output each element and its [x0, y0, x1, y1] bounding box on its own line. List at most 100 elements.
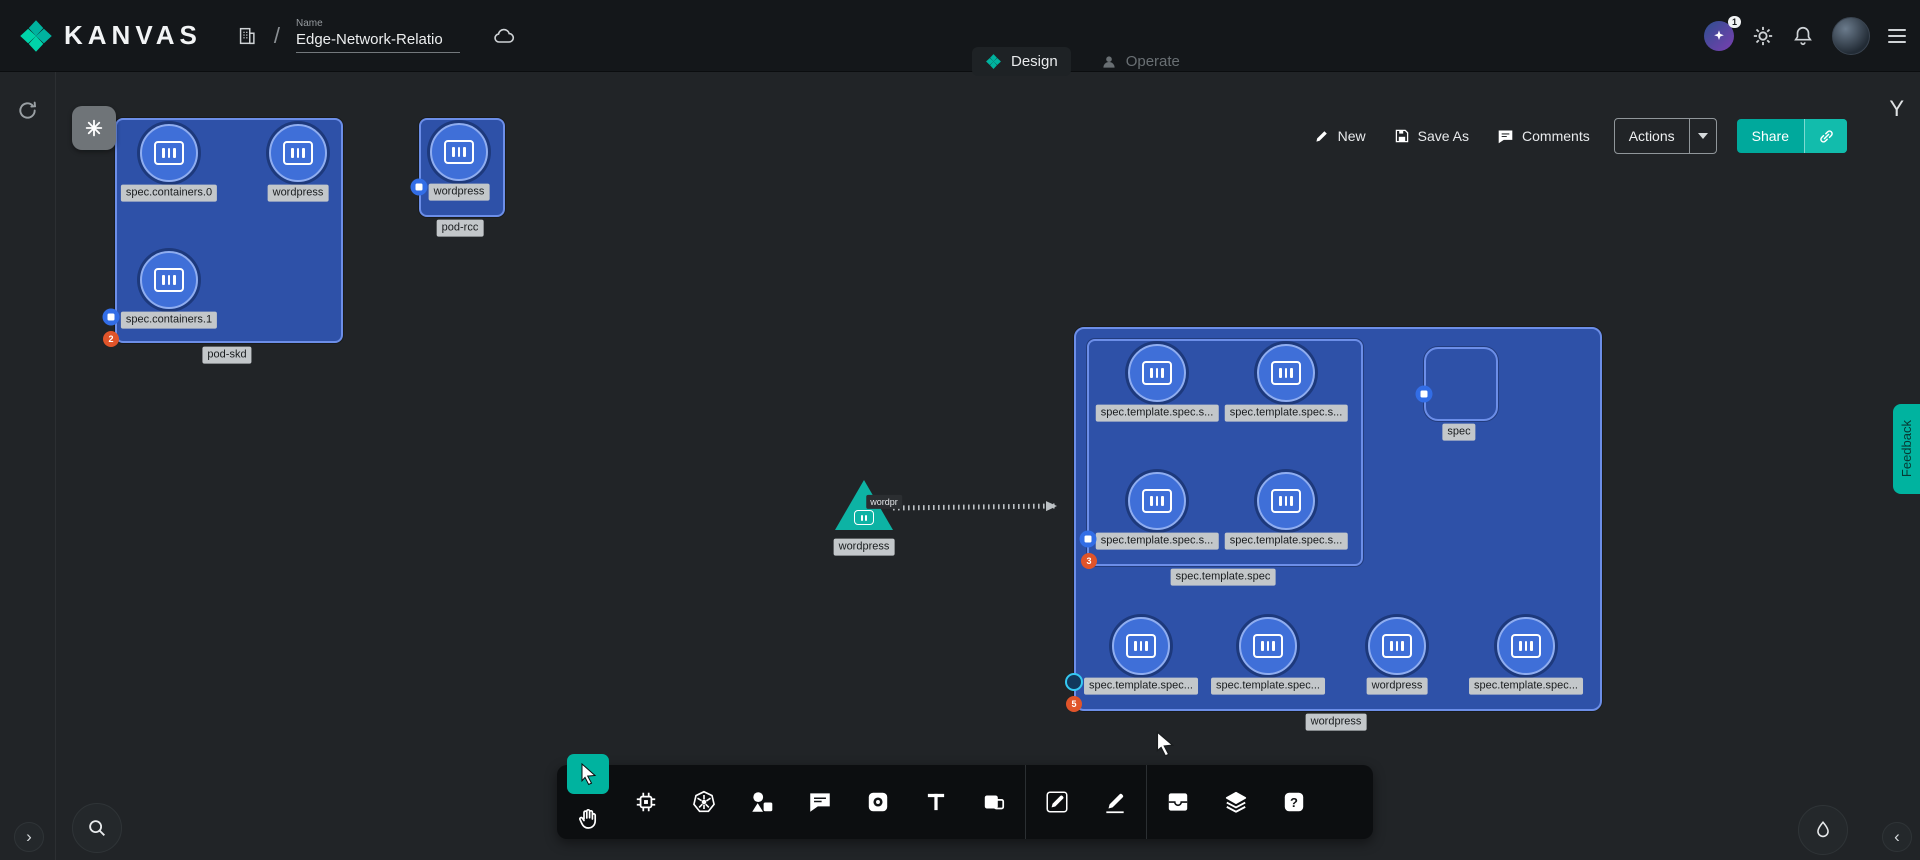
shapes-tool[interactable]	[733, 765, 791, 839]
edge-service-to-deployment[interactable]	[893, 506, 1056, 508]
node-label: spec.template.spec...	[1211, 678, 1325, 695]
node-container[interactable]	[1128, 472, 1186, 530]
tab-operate[interactable]: Operate	[1097, 47, 1184, 76]
ink-drop-button[interactable]	[1798, 805, 1848, 855]
chevron-down-icon	[1698, 133, 1708, 139]
rectangle-tool[interactable]	[965, 765, 1023, 839]
help-tool[interactable]: ?	[1265, 765, 1323, 839]
design-action-bar: New Save As Comments Actions Share	[1314, 118, 1847, 154]
magnifier-icon	[86, 817, 108, 839]
node-label: spec.template.spec.s...	[1096, 405, 1219, 422]
operate-tab-label: Operate	[1126, 53, 1180, 70]
node-label: spec.template.spec...	[1084, 678, 1198, 695]
k8s-badge	[1065, 673, 1083, 691]
cursor-icon	[576, 762, 600, 786]
node-container[interactable]	[430, 123, 488, 181]
container-icon	[1511, 634, 1541, 658]
node-container[interactable]	[1257, 344, 1315, 402]
drawer-tool[interactable]	[1149, 765, 1207, 839]
design-name-input[interactable]: Edge-Network-Relatio	[296, 31, 460, 53]
pod-glyph	[416, 184, 423, 191]
feedback-label: Feedback	[1899, 420, 1914, 477]
dock-divider	[1025, 765, 1026, 839]
collapse-right-panel-button[interactable]: ‹	[1882, 822, 1912, 852]
node-label: wordpress	[1367, 678, 1428, 695]
zoom-search-button[interactable]	[72, 803, 122, 853]
node-label: spec.template.spec.s...	[1225, 405, 1348, 422]
share-button[interactable]: Share	[1737, 119, 1847, 153]
mode-tabs: Design Operate	[972, 47, 1184, 76]
comment-icon	[807, 789, 833, 815]
node-container[interactable]	[140, 251, 198, 309]
pen-ruler-tool[interactable]	[1086, 765, 1144, 839]
node-container[interactable]	[1239, 617, 1297, 675]
code-panel-toggle[interactable]: Y	[1889, 96, 1904, 122]
comment-tool[interactable]	[791, 765, 849, 839]
pod-glyph	[1421, 391, 1428, 398]
node-label: wordpress	[429, 184, 490, 201]
notification-count-badge: 1	[1728, 16, 1741, 29]
dock-primary-tools	[567, 754, 609, 839]
notifications-bell-icon[interactable]	[1792, 25, 1814, 47]
floating-widget-button[interactable]	[72, 106, 116, 150]
tab-design[interactable]: Design	[972, 47, 1071, 76]
k8s-badge	[103, 309, 120, 326]
snowflake-icon	[83, 117, 105, 139]
text-icon	[923, 789, 949, 815]
media-tool[interactable]	[849, 765, 907, 839]
user-avatar[interactable]	[1832, 17, 1870, 55]
cloud-sync-icon[interactable]	[492, 24, 516, 48]
node-container[interactable]	[1257, 472, 1315, 530]
container-icon	[1253, 634, 1283, 658]
pod-glyph	[108, 314, 115, 321]
group-box-spec[interactable]	[1424, 347, 1498, 421]
share-link-icon[interactable]	[1804, 119, 1847, 153]
assistant-icon[interactable]: 1	[1704, 21, 1734, 51]
node-container[interactable]	[1368, 617, 1426, 675]
actions-dropdown-caret[interactable]	[1689, 119, 1716, 153]
actions-button[interactable]: Actions	[1614, 118, 1717, 154]
comments-button[interactable]: Comments	[1497, 128, 1590, 145]
node-container[interactable]	[1128, 344, 1186, 402]
kubernetes-tool[interactable]	[675, 765, 733, 839]
settings-gear-icon[interactable]	[1752, 25, 1774, 47]
pen-ruler-icon	[1102, 789, 1128, 815]
alert-count-badge: 5	[1066, 696, 1082, 712]
drop-icon	[1812, 819, 1834, 841]
circuit-tool[interactable]	[617, 765, 675, 839]
node-container[interactable]	[140, 124, 198, 182]
feedback-tab[interactable]: Feedback	[1893, 404, 1920, 494]
design-name-block: Name Edge-Network-Relatio	[296, 18, 460, 53]
brand[interactable]: KANVAS	[0, 18, 202, 54]
new-button[interactable]: New	[1314, 128, 1366, 144]
cursor-tool[interactable]	[567, 754, 609, 794]
node-container[interactable]	[1497, 617, 1555, 675]
node-label: spec.containers.1	[121, 312, 217, 329]
pencil-tool[interactable]	[1028, 765, 1086, 839]
node-label: spec.template.spec.s...	[1096, 533, 1219, 550]
organization-icon[interactable]	[236, 25, 258, 47]
new-label: New	[1338, 128, 1366, 144]
container-icon	[854, 510, 874, 525]
circuit-icon	[633, 789, 659, 815]
group-label-pod-rcc: pod-rcc	[437, 220, 484, 237]
text-tool[interactable]	[907, 765, 965, 839]
node-label: spec.template.spec...	[1469, 678, 1583, 695]
node-container[interactable]	[269, 124, 327, 182]
hamburger-menu-icon[interactable]	[1888, 25, 1906, 47]
container-icon	[1142, 361, 1172, 385]
k8s-badge	[1080, 531, 1097, 548]
container-icon	[283, 141, 313, 165]
container-icon	[1271, 489, 1301, 513]
refresh-sync-icon[interactable]	[16, 99, 39, 127]
node-container[interactable]	[1112, 617, 1170, 675]
expand-left-panel-button[interactable]: ›	[14, 822, 44, 852]
new-pencil-icon	[1314, 128, 1330, 144]
pan-tool[interactable]	[567, 799, 609, 839]
app-header: KANVAS / Name Edge-Network-Relatio 1	[0, 0, 1920, 72]
save-as-button[interactable]: Save As	[1394, 128, 1469, 144]
operate-tab-icon	[1101, 54, 1117, 70]
shapes-icon	[749, 789, 775, 815]
layers-tool[interactable]	[1207, 765, 1265, 839]
share-label: Share	[1737, 119, 1804, 153]
